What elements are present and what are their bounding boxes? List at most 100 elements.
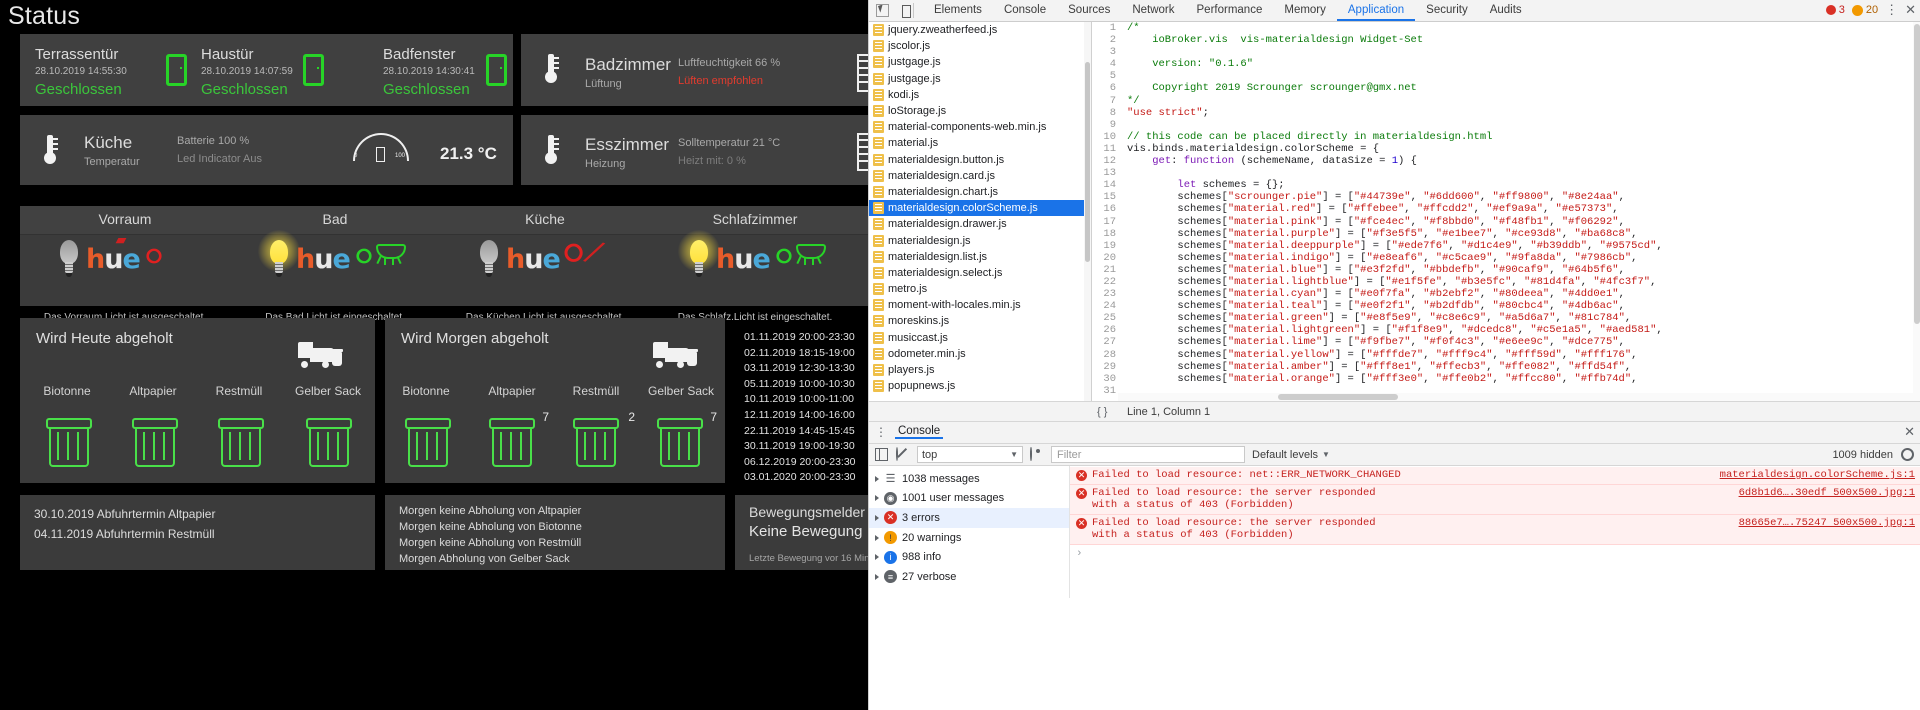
console-group-errors[interactable]: ✕ 3 errors bbox=[869, 508, 1069, 528]
tab-performance[interactable]: Performance bbox=[1186, 0, 1274, 21]
notice-line: Morgen keine Abholung von Biotonne bbox=[399, 521, 582, 533]
file-item[interactable]: popupnews.js bbox=[869, 378, 1091, 394]
line-number: 24 bbox=[1103, 300, 1116, 313]
sidebar-toggle-icon[interactable] bbox=[875, 448, 889, 462]
tab-application[interactable]: Application bbox=[1337, 0, 1415, 21]
console-group-verbose[interactable]: ≡ 27 verbose bbox=[869, 567, 1069, 587]
error-source-link[interactable]: materialdesign.colorScheme.js:1 bbox=[1720, 469, 1915, 482]
format-braces-icon[interactable]: { } bbox=[1097, 406, 1107, 418]
error-source-link[interactable]: 88665e7….75247 500x500.jpg:1 bbox=[1739, 517, 1915, 530]
status-symbol-off: ⭘ bbox=[146, 246, 162, 268]
console-group-user-messages[interactable]: ◉ 1001 user messages bbox=[869, 489, 1069, 509]
console-group-messages[interactable]: ☰ 1038 messages bbox=[869, 469, 1069, 489]
door-time: 28.10.2019 14:30:41 bbox=[383, 66, 475, 77]
editor-hscrollbar[interactable] bbox=[1118, 393, 1913, 401]
line-text: schemes["material.yellow"] = ["#fffde7",… bbox=[1127, 348, 1638, 361]
light-tile-vorraum[interactable]: hue ⭘ ▰ Das Vorraum Licht ist ausgeschal… bbox=[20, 232, 230, 323]
live-expression-icon[interactable] bbox=[1030, 446, 1044, 462]
file-item[interactable]: musiccast.js bbox=[869, 330, 1091, 346]
file-item[interactable]: justgage.js bbox=[869, 71, 1091, 87]
gear-icon[interactable] bbox=[1901, 448, 1914, 461]
line-number: 9 bbox=[1109, 118, 1116, 131]
file-item[interactable]: material.js bbox=[869, 135, 1091, 151]
more-options-icon[interactable]: ⋮ bbox=[1885, 2, 1898, 18]
tab-console[interactable]: Console bbox=[993, 0, 1057, 21]
device-toolbar-icon[interactable] bbox=[898, 3, 913, 18]
file-item[interactable]: materialdesign.select.js bbox=[869, 265, 1091, 281]
light-room-label: Schlafzimmer bbox=[712, 211, 798, 227]
light-tile-kueche[interactable]: hue ⭘ ╱ Das Küchen Licht ist ausgeschalt… bbox=[440, 234, 650, 323]
inspect-element-icon[interactable] bbox=[875, 3, 890, 18]
file-item[interactable]: loStorage.js bbox=[869, 103, 1091, 119]
editor-vscrollbar[interactable] bbox=[1913, 22, 1920, 401]
door-sensor-0[interactable]: Terrassentür 28.10.2019 14:55:30 Geschlo… bbox=[35, 46, 127, 98]
console-group-warnings[interactable]: ! 20 warnings bbox=[869, 528, 1069, 548]
file-item[interactable]: materialdesign.list.js bbox=[869, 249, 1091, 265]
tab-security[interactable]: Security bbox=[1415, 0, 1479, 21]
file-name: moment-with-locales.min.js bbox=[888, 299, 1021, 312]
file-item[interactable]: odometer.min.js bbox=[869, 346, 1091, 362]
console-group-info[interactable]: i 988 info bbox=[869, 547, 1069, 567]
file-item[interactable]: material-components-web.min.js bbox=[869, 119, 1091, 135]
clear-console-icon[interactable] bbox=[896, 446, 910, 462]
file-item[interactable]: moment-with-locales.min.js bbox=[869, 297, 1091, 313]
console-error-row[interactable]: ✕ Failed to load resource: net::ERR_NETW… bbox=[1070, 467, 1920, 485]
warning-badge[interactable]: 20 bbox=[1851, 4, 1878, 16]
ceiling-lamp-icon bbox=[796, 242, 826, 265]
console-sidebar: ☰ 1038 messages ◉ 1001 user messages ✕ 3… bbox=[869, 466, 1070, 598]
file-item[interactable]: moreskins.js bbox=[869, 313, 1091, 329]
tab-audits[interactable]: Audits bbox=[1479, 0, 1533, 21]
tab-elements[interactable]: Elements bbox=[923, 0, 993, 21]
file-item[interactable]: materialdesign.js bbox=[869, 232, 1091, 248]
navigator-scrollbar[interactable] bbox=[1084, 22, 1091, 401]
line-text: schemes["material.lightblue"] = ["#e1f5f… bbox=[1127, 275, 1657, 288]
code-line: 19 schemes["material.deeppurple"] = ["#e… bbox=[1092, 240, 1920, 252]
code-editor[interactable]: 1/* 2 ioBroker.vis vis-materialdesign Wid… bbox=[1092, 22, 1920, 401]
tab-sources[interactable]: Sources bbox=[1057, 0, 1121, 21]
file-item[interactable]: materialdesign.drawer.js bbox=[869, 216, 1091, 232]
date-entry: 03.11.2019 12:30-13:30 bbox=[744, 362, 855, 375]
error-badge[interactable]: 3 bbox=[1825, 4, 1845, 16]
console-prompt[interactable]: › bbox=[1070, 545, 1920, 563]
file-navigator[interactable]: jquery.zweatherfeed.js jscolor.js justga… bbox=[869, 22, 1092, 401]
file-item[interactable]: players.js bbox=[869, 362, 1091, 378]
door-sensor-2[interactable]: Badfenster 28.10.2019 14:30:41 Geschloss… bbox=[383, 46, 475, 98]
scrollbar-thumb[interactable] bbox=[1914, 24, 1920, 324]
drawer-menu-icon[interactable]: ⋮ bbox=[875, 425, 887, 439]
execution-context-select[interactable]: top ▼ bbox=[917, 446, 1023, 463]
light-tile-schlafzimmer[interactable]: hue ⭘ Das Schlafz.Licht ist eingeschalte… bbox=[650, 230, 860, 323]
file-item[interactable]: metro.js bbox=[869, 281, 1091, 297]
close-devtools-icon[interactable]: ✕ bbox=[1905, 2, 1916, 18]
tab-network[interactable]: Network bbox=[1121, 0, 1185, 21]
bin-label: Restmüll bbox=[215, 384, 263, 398]
door-sensor-1[interactable]: Haustür 28.10.2019 14:07:59 Geschlossen bbox=[201, 46, 293, 98]
prompt-caret: › bbox=[1076, 547, 1083, 560]
file-item[interactable]: jscolor.js bbox=[869, 38, 1091, 54]
file-item[interactable]: kodi.js bbox=[869, 87, 1091, 103]
file-item[interactable]: materialdesign.chart.js bbox=[869, 184, 1091, 200]
close-drawer-icon[interactable]: ✕ bbox=[1904, 424, 1915, 440]
error-source-link[interactable]: 6d8b1d6….30edf 500x500.jpg:1 bbox=[1739, 487, 1915, 500]
line-number: 12 bbox=[1103, 155, 1116, 168]
line-text: let schemes = {}; bbox=[1177, 179, 1285, 192]
console-error-row[interactable]: ✕ Failed to load resource: the server re… bbox=[1070, 514, 1920, 545]
bulb-icon-on bbox=[258, 230, 300, 280]
file-item[interactable]: justgage.js bbox=[869, 54, 1091, 70]
drawer-tab-console[interactable]: Console bbox=[895, 425, 943, 439]
tab-memory[interactable]: Memory bbox=[1273, 0, 1337, 21]
console-filter-input[interactable]: Filter bbox=[1051, 446, 1245, 463]
scrollbar-thumb[interactable] bbox=[1085, 62, 1090, 262]
line-text: schemes["material.orange"] = ["#fff3e0",… bbox=[1127, 372, 1638, 385]
file-item-selected[interactable]: materialdesign.colorScheme.js bbox=[869, 200, 1091, 217]
kitchen-temp-card[interactable]: Küche Temperatur Batterie 100 % Led Indi… bbox=[20, 115, 513, 185]
error-count: 3 bbox=[1838, 4, 1845, 16]
console-error-row[interactable]: ✕ Failed to load resource: the server re… bbox=[1070, 484, 1920, 515]
light-tile-bad[interactable]: hue ⭘ Das Bad Licht ist eingeschaltet. bbox=[230, 230, 440, 323]
file-item[interactable]: materialdesign.button.js bbox=[869, 152, 1091, 168]
line-number: 20 bbox=[1103, 251, 1116, 264]
file-item[interactable]: jquery.zweatherfeed.js bbox=[869, 22, 1091, 38]
code-line: 2 ioBroker.vis vis-materialdesign Widget… bbox=[1092, 34, 1920, 46]
file-item[interactable]: materialdesign.card.js bbox=[869, 168, 1091, 184]
log-levels-select[interactable]: Default levels ▼ bbox=[1252, 449, 1330, 461]
scrollbar-thumb[interactable] bbox=[1278, 394, 1398, 400]
